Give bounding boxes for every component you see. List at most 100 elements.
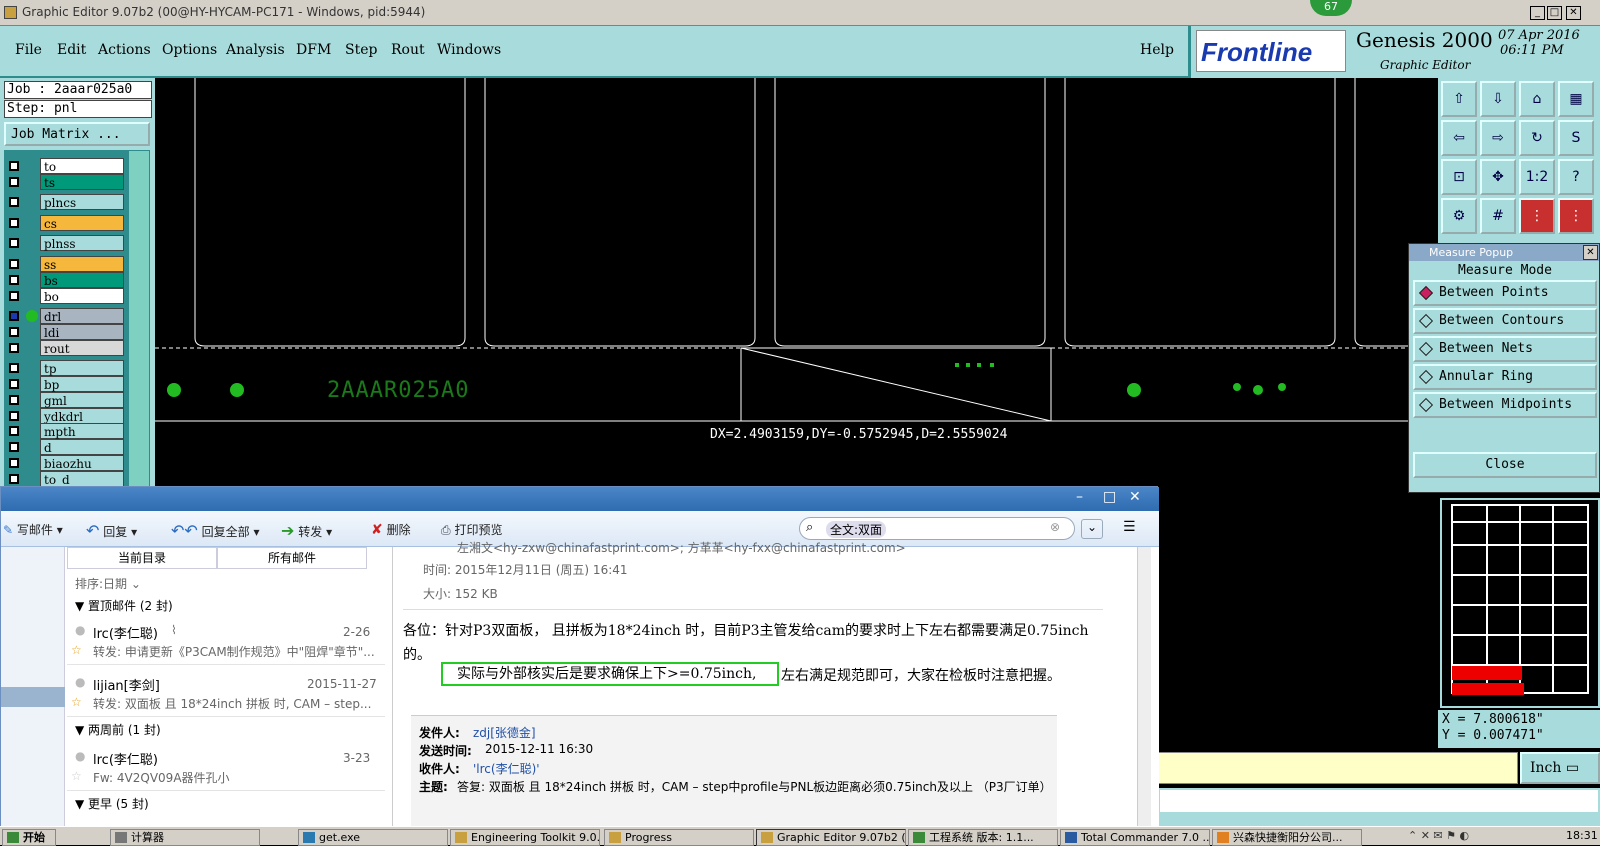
layer-row-plncs[interactable]: plncs: [6, 194, 124, 210]
option-between-midpoints[interactable]: Between Midpoints: [1413, 392, 1597, 418]
option-between-points[interactable]: Between Points: [1413, 280, 1597, 306]
reply-all-button[interactable]: ↶↶ 回复全部 ▾: [171, 521, 260, 540]
layer-name[interactable]: rout: [40, 340, 124, 356]
layer-checkbox[interactable]: [9, 218, 19, 228]
net-icon[interactable]: ⋮: [1519, 198, 1555, 234]
sort-selector[interactable]: 排序:日期 ⌄: [75, 575, 141, 592]
menu-edit[interactable]: Edit: [57, 42, 86, 58]
unit-selector[interactable]: Inch ▭: [1520, 752, 1600, 784]
job-matrix-button[interactable]: Job Matrix ...: [4, 122, 150, 146]
email-close-button[interactable]: ✕: [1129, 489, 1141, 505]
search-clear-icon[interactable]: ⊗: [1050, 520, 1060, 534]
rotate-icon[interactable]: ↻: [1519, 120, 1555, 156]
layer-row-to_d[interactable]: to_d: [6, 471, 124, 487]
layer-row-mpth[interactable]: mpth: [6, 423, 124, 439]
home-icon[interactable]: ⌂: [1519, 81, 1555, 117]
layer-checkbox[interactable]: [9, 259, 19, 269]
command-input[interactable]: [1158, 752, 1518, 784]
layer-row-tp[interactable]: tp: [6, 360, 124, 376]
layer-checkbox[interactable]: [9, 238, 19, 248]
reading-scrollbar[interactable]: [1137, 547, 1151, 827]
fit-icon[interactable]: ⊡: [1441, 159, 1477, 195]
menu-actions[interactable]: Actions: [98, 42, 151, 58]
menu-windows[interactable]: Windows: [437, 42, 501, 58]
task-engineering-toolkit[interactable]: Engineering Toolkit 9.0...: [450, 829, 600, 846]
layer-scrollbar[interactable]: [128, 150, 150, 498]
task-get-exe[interactable]: get.exe: [298, 829, 448, 846]
menu-help[interactable]: Help: [1140, 42, 1174, 58]
zoom-down-icon[interactable]: ⇩: [1480, 81, 1516, 117]
zoom-up-icon[interactable]: ⇧: [1441, 81, 1477, 117]
help-icon[interactable]: ?: [1558, 159, 1594, 195]
one-to-one-icon[interactable]: 1:2: [1519, 159, 1555, 195]
task-browser[interactable]: 兴森快捷衡阳分公司...: [1212, 829, 1362, 846]
tab-current-folder[interactable]: 当前目录: [67, 547, 217, 569]
notification-badge[interactable]: 67: [1310, 0, 1352, 16]
layer-name[interactable]: drl: [40, 308, 124, 324]
menu-file[interactable]: File: [15, 42, 42, 58]
list-item[interactable]: ● lijian[李剑] 2015-11-27 ☆ 转发: 双面板 且 18*2…: [67, 667, 385, 717]
layer-checkbox[interactable]: [9, 426, 19, 436]
task-total-commander[interactable]: Total Commander 7.0 ...: [1060, 829, 1210, 846]
layer-checkbox[interactable]: [9, 379, 19, 389]
layer-row-ldi[interactable]: ldi: [6, 324, 124, 340]
menu-rout[interactable]: Rout: [391, 42, 425, 58]
layer-checkbox[interactable]: [9, 395, 19, 405]
folder-selected[interactable]: [1, 687, 65, 707]
layer-row-to[interactable]: to: [6, 158, 124, 174]
group-two-weeks[interactable]: ▼ 两周前 (1 封): [75, 721, 161, 738]
layer-name[interactable]: ss: [40, 256, 124, 272]
layer-checkbox[interactable]: [9, 411, 19, 421]
maximize-button[interactable]: □: [1547, 6, 1562, 20]
email-maximize-button[interactable]: □: [1103, 489, 1116, 505]
reply-button[interactable]: ↶ 回复 ▾: [86, 521, 137, 540]
task-progress[interactable]: Progress: [604, 829, 754, 846]
layer-name[interactable]: bs: [40, 272, 124, 288]
layer-row-bo[interactable]: bo: [6, 288, 124, 304]
layer-checkbox[interactable]: [9, 327, 19, 337]
list-item[interactable]: ● lrc(李仁聪) 3-23 ☆ Fw: 4V2QV09A器件孔小: [67, 741, 385, 791]
layer-row-ydkdrl[interactable]: ydkdrl: [6, 408, 124, 424]
settings-icon[interactable]: ⚙: [1441, 198, 1477, 234]
layer-checkbox[interactable]: [9, 197, 19, 207]
close-button[interactable]: ✕: [1566, 6, 1581, 20]
option-annular-ring[interactable]: Annular Ring: [1413, 364, 1597, 390]
layer-row-plnss[interactable]: plnss: [6, 235, 124, 251]
layer-name[interactable]: to_d: [40, 471, 124, 487]
layer-row-bp[interactable]: bp: [6, 376, 124, 392]
window-icon[interactable]: ▦: [1558, 81, 1594, 117]
layer-name[interactable]: ydkdrl: [40, 408, 124, 424]
task-calculator[interactable]: 计算器: [110, 829, 260, 846]
view-menu-icon[interactable]: ☰: [1123, 519, 1136, 535]
layer-checkbox[interactable]: [9, 458, 19, 468]
layer-checkbox[interactable]: [9, 474, 19, 484]
task-graphic-editor[interactable]: Graphic Editor 9.07b2 (...: [756, 829, 906, 846]
layer-row-drl[interactable]: drl: [6, 308, 124, 324]
layer-name[interactable]: ts: [40, 174, 124, 190]
layer-row-cs[interactable]: cs: [6, 215, 124, 231]
option-between-contours[interactable]: Between Contours: [1413, 308, 1597, 334]
pan-right-icon[interactable]: ⇨: [1480, 120, 1516, 156]
layer-checkbox[interactable]: [9, 161, 19, 171]
layer-row-bs[interactable]: bs: [6, 272, 124, 288]
netlist-icon[interactable]: ⋮: [1558, 198, 1594, 234]
search-options-icon[interactable]: ⌄: [1081, 519, 1103, 539]
menu-dfm[interactable]: DFM: [296, 42, 331, 58]
group-earlier[interactable]: ▼ 更早 (5 封): [75, 795, 149, 812]
tab-all-mail[interactable]: 所有邮件: [217, 547, 367, 569]
layer-name[interactable]: bp: [40, 376, 124, 392]
layer-checkbox[interactable]: [9, 291, 19, 301]
list-item[interactable]: ● lrc(李仁聪) ⌇ 2-26 ☆ 转发: 申请更新《P3CAM制作规范》中…: [67, 615, 385, 665]
layer-checkbox[interactable]: [9, 442, 19, 452]
layer-row-gml[interactable]: gml: [6, 392, 124, 408]
menu-options[interactable]: Options: [162, 42, 217, 58]
layer-row-rout[interactable]: rout: [6, 340, 124, 356]
overview-map[interactable]: [1440, 498, 1600, 708]
menu-step[interactable]: Step: [345, 42, 377, 58]
measure-close-button[interactable]: Close: [1413, 452, 1597, 478]
compose-button[interactable]: ✎ 写邮件 ▾: [3, 521, 63, 538]
group-pinned[interactable]: ▼ 置顶邮件 (2 封): [75, 597, 173, 614]
forward-button[interactable]: ➔ 转发 ▾: [281, 521, 332, 540]
snap-icon[interactable]: S: [1558, 120, 1594, 156]
start-button[interactable]: 开始: [2, 829, 56, 846]
